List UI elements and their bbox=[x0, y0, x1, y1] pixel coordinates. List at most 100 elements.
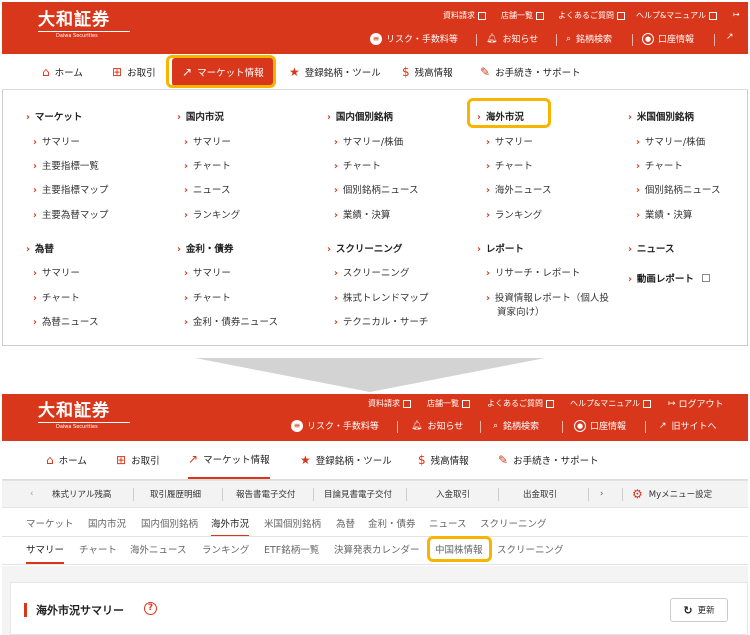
subtab-etf-list[interactable]: ETF銘柄一覧 bbox=[264, 542, 319, 556]
nav-procedures[interactable]: ✎ お手続き・サポート bbox=[480, 54, 581, 90]
logout-icon[interactable]: ↦ bbox=[733, 10, 740, 19]
nav-home[interactable]: ⌂ ホーム bbox=[46, 441, 87, 479]
tab-bonds[interactable]: 金利・債券 bbox=[368, 516, 416, 530]
nav-watchlist[interactable]: ★ 登録銘柄・ツール bbox=[300, 441, 392, 479]
menu-heading-news[interactable]: › ニュース bbox=[628, 241, 674, 255]
menu-item[interactable]: › サマリー bbox=[33, 265, 80, 279]
menu-item[interactable]: › ニュース bbox=[184, 182, 230, 196]
menu-item[interactable]: › 金利・債券ニュース bbox=[184, 314, 278, 328]
nav-balance[interactable]: $ 残高情報 bbox=[418, 441, 469, 479]
link-store-list[interactable]: 店舗一覧 bbox=[501, 10, 544, 21]
link-help[interactable]: ヘルプ&マニュアル bbox=[570, 398, 651, 409]
menu-item[interactable]: › チャート bbox=[33, 290, 80, 304]
risk-link[interactable]: ≡ リスク・手数料等 bbox=[291, 419, 379, 432]
old-site-link[interactable]: ↗ 旧サイトへ bbox=[659, 419, 717, 433]
link-document-request[interactable]: 資料請求 bbox=[368, 398, 411, 409]
tab-screening[interactable]: スクリーニング bbox=[480, 516, 547, 530]
menu-item[interactable]: › サマリー bbox=[33, 134, 80, 148]
logo[interactable]: 大和証券 Daiwa Securities bbox=[38, 10, 130, 39]
menu-item[interactable]: › チャート bbox=[486, 158, 533, 172]
link-document-request[interactable]: 資料請求 bbox=[443, 10, 486, 21]
menu-item[interactable]: › 個別銘柄ニュース bbox=[334, 182, 418, 196]
quick-item[interactable]: 報告書電子交付 bbox=[236, 481, 296, 507]
quick-item[interactable]: 株式リアル残高 bbox=[52, 481, 111, 507]
menu-item[interactable]: › 為替ニュース bbox=[33, 314, 98, 328]
scroll-right-icon[interactable]: › bbox=[600, 481, 603, 507]
link-faq[interactable]: よくあるご質問 bbox=[558, 10, 625, 21]
logo[interactable]: 大和証券 Daiwa Securities bbox=[38, 401, 130, 430]
scroll-left-icon[interactable]: ‹ bbox=[30, 481, 33, 507]
logout-link[interactable]: ↦ ログアウト bbox=[668, 397, 724, 411]
nav-market-info[interactable]: ↗ マーケット情報 bbox=[188, 441, 270, 479]
stock-search-link[interactable]: ⌕ 銘柄検索 bbox=[566, 32, 612, 46]
quick-item[interactable]: 目論見書電子交付 bbox=[324, 481, 392, 507]
menu-item[interactable]: › サマリー bbox=[486, 134, 533, 148]
notice-link[interactable]: 🔔︎ お知らせ bbox=[486, 32, 538, 46]
tab-news[interactable]: ニュース bbox=[429, 516, 467, 530]
quick-item[interactable]: 出金取引 bbox=[523, 481, 557, 507]
subtab-overseas-news[interactable]: 海外ニュース bbox=[130, 542, 187, 556]
menu-item[interactable]: › リサーチ・レポート bbox=[486, 265, 580, 279]
menu-heading-fx[interactable]: › 為替 bbox=[26, 241, 54, 255]
tab-us-stocks[interactable]: 米国個別銘柄 bbox=[264, 516, 321, 530]
menu-item[interactable]: › 投資情報レポート（個人投 bbox=[486, 290, 609, 304]
my-menu-settings[interactable]: ⚙ Myメニュー設定 bbox=[632, 481, 712, 507]
nav-watchlist[interactable]: ★ 登録銘柄・ツール bbox=[289, 54, 381, 90]
refresh-button[interactable]: ↻ 更新 bbox=[670, 598, 728, 622]
menu-heading-market[interactable]: › マーケット bbox=[26, 109, 82, 123]
menu-item[interactable]: › ランキング bbox=[486, 207, 542, 221]
tab-domestic-stocks[interactable]: 国内個別銘柄 bbox=[141, 516, 198, 530]
nav-trade[interactable]: ⊞ お取引 bbox=[112, 54, 156, 90]
menu-heading-us-stocks[interactable]: › 米国個別銘柄 bbox=[628, 109, 694, 123]
menu-item-continued[interactable]: 資家向け） bbox=[497, 304, 545, 318]
nav-procedures[interactable]: ✎ お手続き・サポート bbox=[498, 441, 599, 479]
quick-item[interactable]: 入金取引 bbox=[436, 481, 470, 507]
help-icon[interactable]: ? bbox=[144, 602, 157, 615]
link-faq[interactable]: よくあるご質問 bbox=[487, 398, 554, 409]
stock-search-link[interactable]: ⌕ 銘柄検索 bbox=[493, 419, 539, 433]
subtab-ranking[interactable]: ランキング bbox=[202, 542, 249, 556]
subtab-summary[interactable]: サマリー bbox=[26, 542, 65, 564]
subtab-screening[interactable]: スクリーニング bbox=[497, 542, 564, 556]
subtab-earnings-calendar[interactable]: 決算発表カレンダー bbox=[334, 542, 420, 556]
notice-link[interactable]: 🔔︎ お知らせ bbox=[411, 419, 463, 433]
account-info-link[interactable]: ● 口座情報 bbox=[642, 32, 694, 45]
tab-fx[interactable]: 為替 bbox=[336, 516, 355, 530]
menu-item[interactable]: › 株式トレンドマップ bbox=[334, 290, 428, 304]
menu-heading-domestic-stocks[interactable]: › 国内個別銘柄 bbox=[327, 109, 393, 123]
menu-item[interactable]: › 業績・決算 bbox=[334, 207, 390, 221]
tab-market[interactable]: マーケット bbox=[26, 516, 74, 530]
menu-item[interactable]: › チャート bbox=[184, 158, 231, 172]
risk-link[interactable]: ≡ リスク・手数料等 bbox=[370, 32, 458, 45]
menu-item[interactable]: › 主要指標マップ bbox=[33, 182, 108, 196]
tab-domestic[interactable]: 国内市況 bbox=[88, 516, 126, 530]
menu-item[interactable]: › サマリー/株価 bbox=[636, 134, 705, 148]
menu-item[interactable]: › 海外ニュース bbox=[486, 182, 551, 196]
menu-item[interactable]: › サマリー bbox=[184, 265, 231, 279]
account-info-link[interactable]: ● 口座情報 bbox=[574, 419, 626, 432]
menu-item[interactable]: › サマリー bbox=[184, 134, 231, 148]
menu-item[interactable]: › 個別銘柄ニュース bbox=[636, 182, 720, 196]
menu-heading-bonds[interactable]: › 金利・債券 bbox=[177, 241, 233, 255]
menu-heading-domestic[interactable]: › 国内市況 bbox=[177, 109, 224, 123]
menu-item[interactable]: › 主要指標一覧 bbox=[33, 158, 99, 172]
nav-balance[interactable]: $ 残高情報 bbox=[402, 54, 453, 90]
menu-heading-video[interactable]: › 動画レポート bbox=[628, 271, 710, 285]
nav-home[interactable]: ⌂ ホーム bbox=[42, 54, 83, 90]
menu-item[interactable]: › チャート bbox=[184, 290, 231, 304]
menu-item[interactable]: › ランキング bbox=[184, 207, 240, 221]
menu-heading-screening[interactable]: › スクリーニング bbox=[327, 241, 402, 255]
menu-item[interactable]: › スクリーニング bbox=[334, 265, 409, 279]
nav-trade[interactable]: ⊞ お取引 bbox=[116, 441, 160, 479]
menu-item[interactable]: › サマリー/株価 bbox=[334, 134, 403, 148]
old-site-icon[interactable]: ↗ bbox=[726, 32, 734, 42]
tab-overseas[interactable]: 海外市況 bbox=[211, 516, 250, 537]
menu-item[interactable]: › テクニカル・サーチ bbox=[334, 314, 428, 328]
link-help[interactable]: ヘルプ&マニュアル bbox=[636, 10, 717, 21]
menu-item[interactable]: › チャート bbox=[334, 158, 381, 172]
menu-heading-reports[interactable]: › レポート bbox=[477, 241, 524, 255]
link-store-list[interactable]: 店舗一覧 bbox=[427, 398, 470, 409]
menu-item[interactable]: › チャート bbox=[636, 158, 683, 172]
subtab-chart[interactable]: チャート bbox=[79, 542, 117, 556]
menu-item[interactable]: › 業績・決算 bbox=[636, 207, 692, 221]
